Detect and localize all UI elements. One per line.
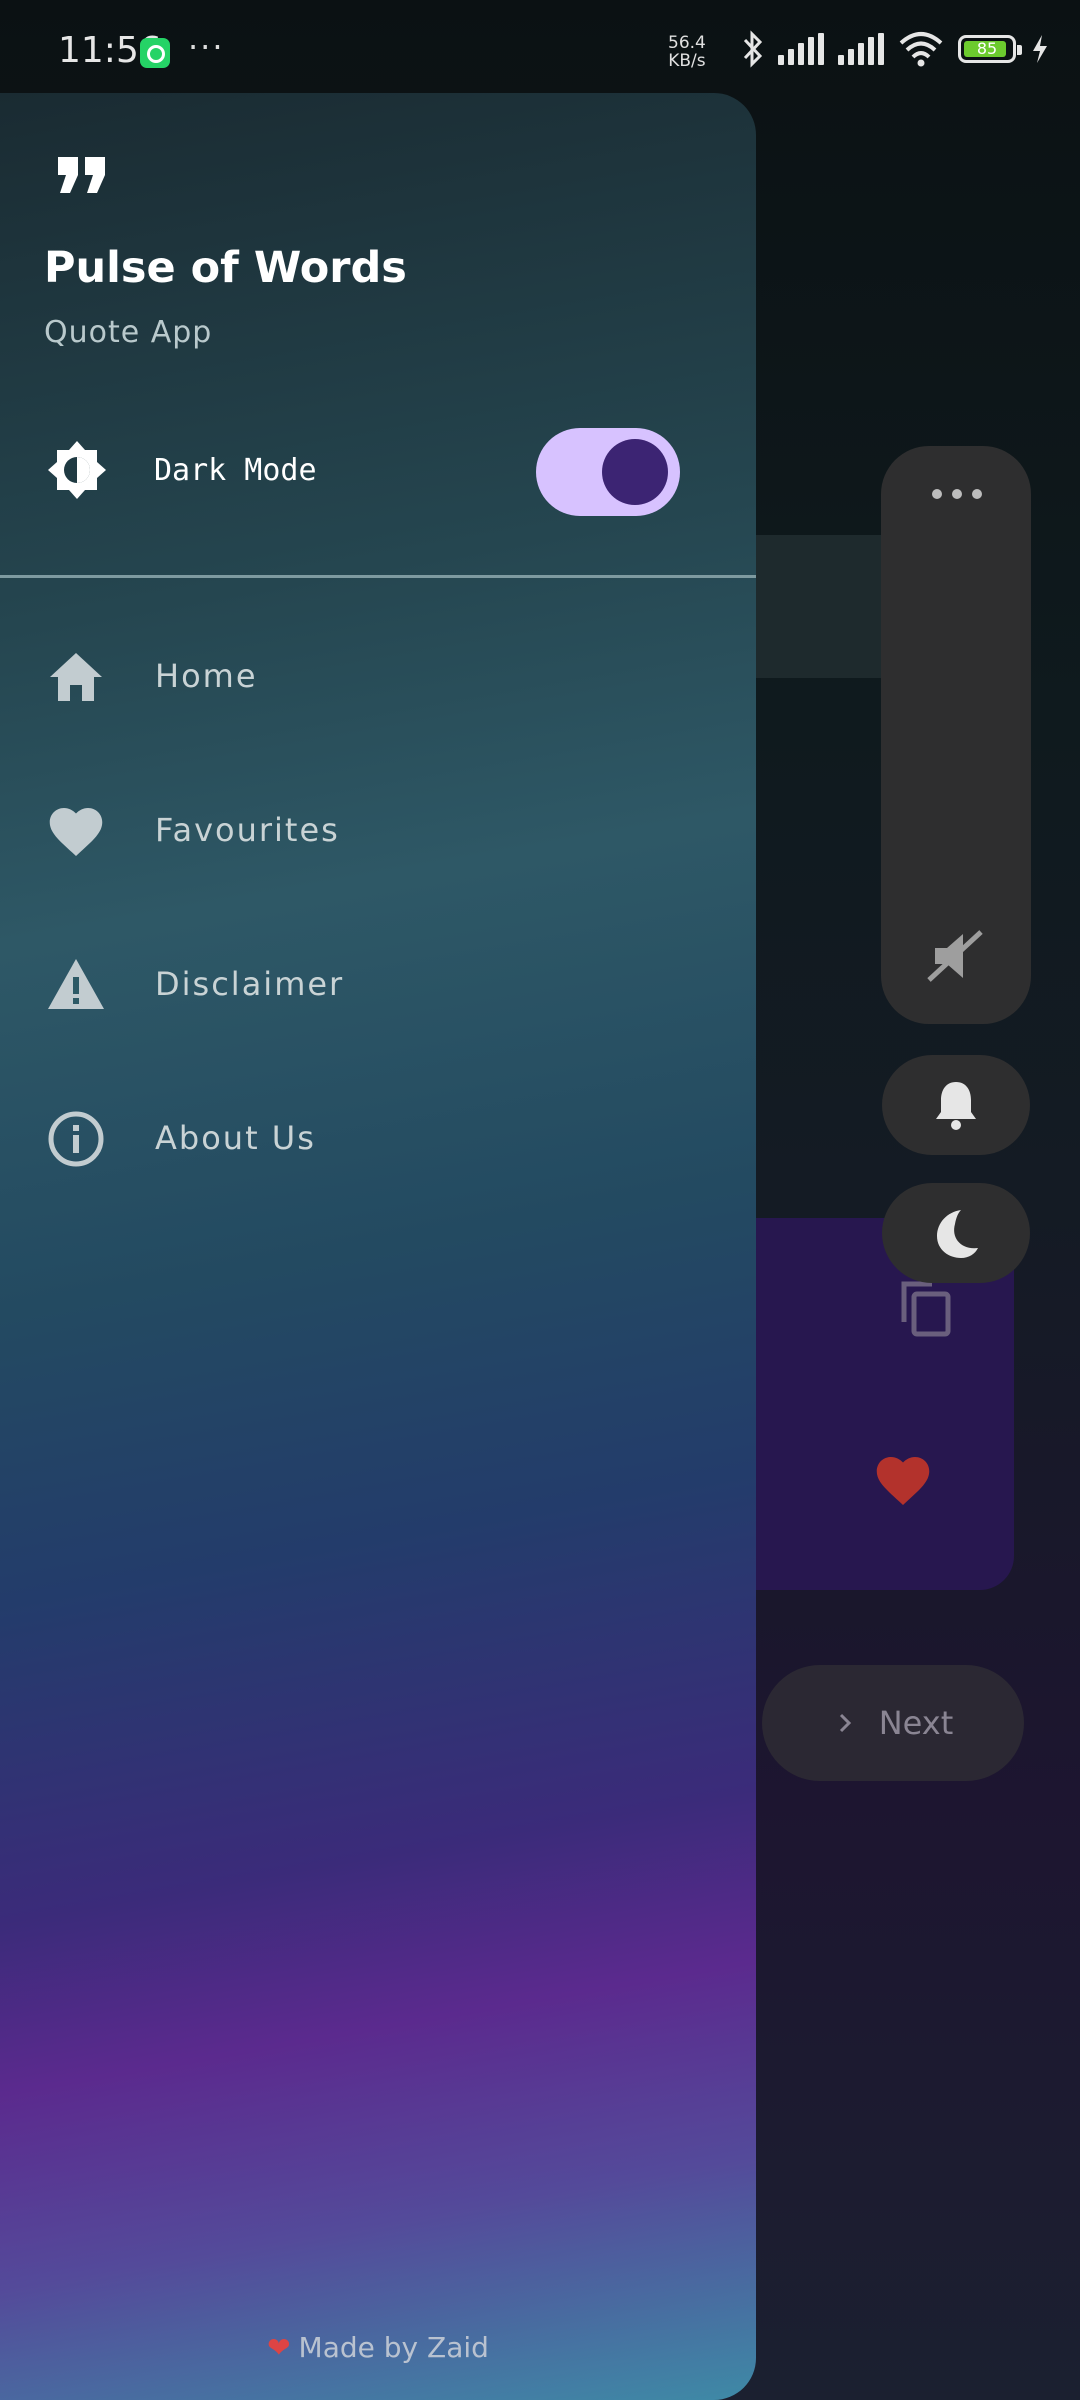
volume-panel[interactable] [881,446,1031,1024]
drawer-item-label: Disclaimer [155,965,345,1003]
dark-mode-row[interactable]: Dark Mode [0,423,756,519]
charging-icon [1033,35,1047,63]
drawer-item-favourites[interactable]: Favourites [0,769,756,889]
signal-icon [838,33,884,65]
favourite-heart-icon[interactable] [873,1452,933,1508]
dark-mode-toggle[interactable] [536,428,680,516]
quote-icon [58,157,105,193]
wifi-icon [899,32,943,67]
divider [0,575,756,578]
next-label: Next [878,1704,954,1742]
home-icon [50,653,102,701]
more-dots-icon: ··· [188,28,225,66]
heart-emoji-icon: ❤ [267,2331,291,2364]
info-icon [48,1111,104,1167]
ring-mode-button[interactable] [882,1055,1030,1155]
app-subtitle: Quote App [44,315,213,350]
network-speed-unit: KB/s [668,51,706,71]
drawer-item-disclaimer[interactable]: Disclaimer [0,923,756,1043]
heart-icon [49,808,103,856]
battery-level: 85 [976,39,998,58]
copy-icon[interactable] [898,1278,954,1338]
do-not-disturb-button[interactable] [882,1183,1030,1283]
chevron-right-icon [839,1713,851,1733]
battery-icon: 85 [958,35,1022,63]
next-button[interactable]: Next [762,1665,1024,1781]
status-bar: 11:56 ··· 56.4 KB/s 85 [0,0,1080,100]
warning-icon [48,959,104,1009]
network-speed-value: 56.4 [668,33,706,53]
signal-icon [778,33,824,65]
drawer-item-label: Home [155,657,258,695]
bluetooth-icon [743,30,763,68]
brightness-icon [48,441,106,499]
drawer-item-label: Favourites [155,811,340,849]
drawer-item-label: About Us [155,1119,316,1157]
background-quote-header [756,535,896,678]
network-speed: 56.4 KB/s [668,34,706,70]
footer-text: Made by Zaid [298,2331,489,2364]
toggle-knob [602,439,668,505]
bell-icon [936,1082,976,1130]
drawer-item-home[interactable]: Home [0,615,756,735]
app-title: Pulse of Words [44,243,407,293]
dark-mode-label: Dark Mode [154,453,317,488]
whatsapp-icon [140,38,170,68]
more-dots-icon[interactable] [927,484,987,504]
volume-mute-icon[interactable] [923,924,987,988]
drawer-item-about-us[interactable]: About Us [0,1077,756,1197]
footer-credit: ❤ Made by Zaid [0,2331,756,2364]
moon-icon [937,1210,978,1258]
navigation-drawer: Pulse of Words Quote App Dark Mode Home … [0,93,756,2400]
